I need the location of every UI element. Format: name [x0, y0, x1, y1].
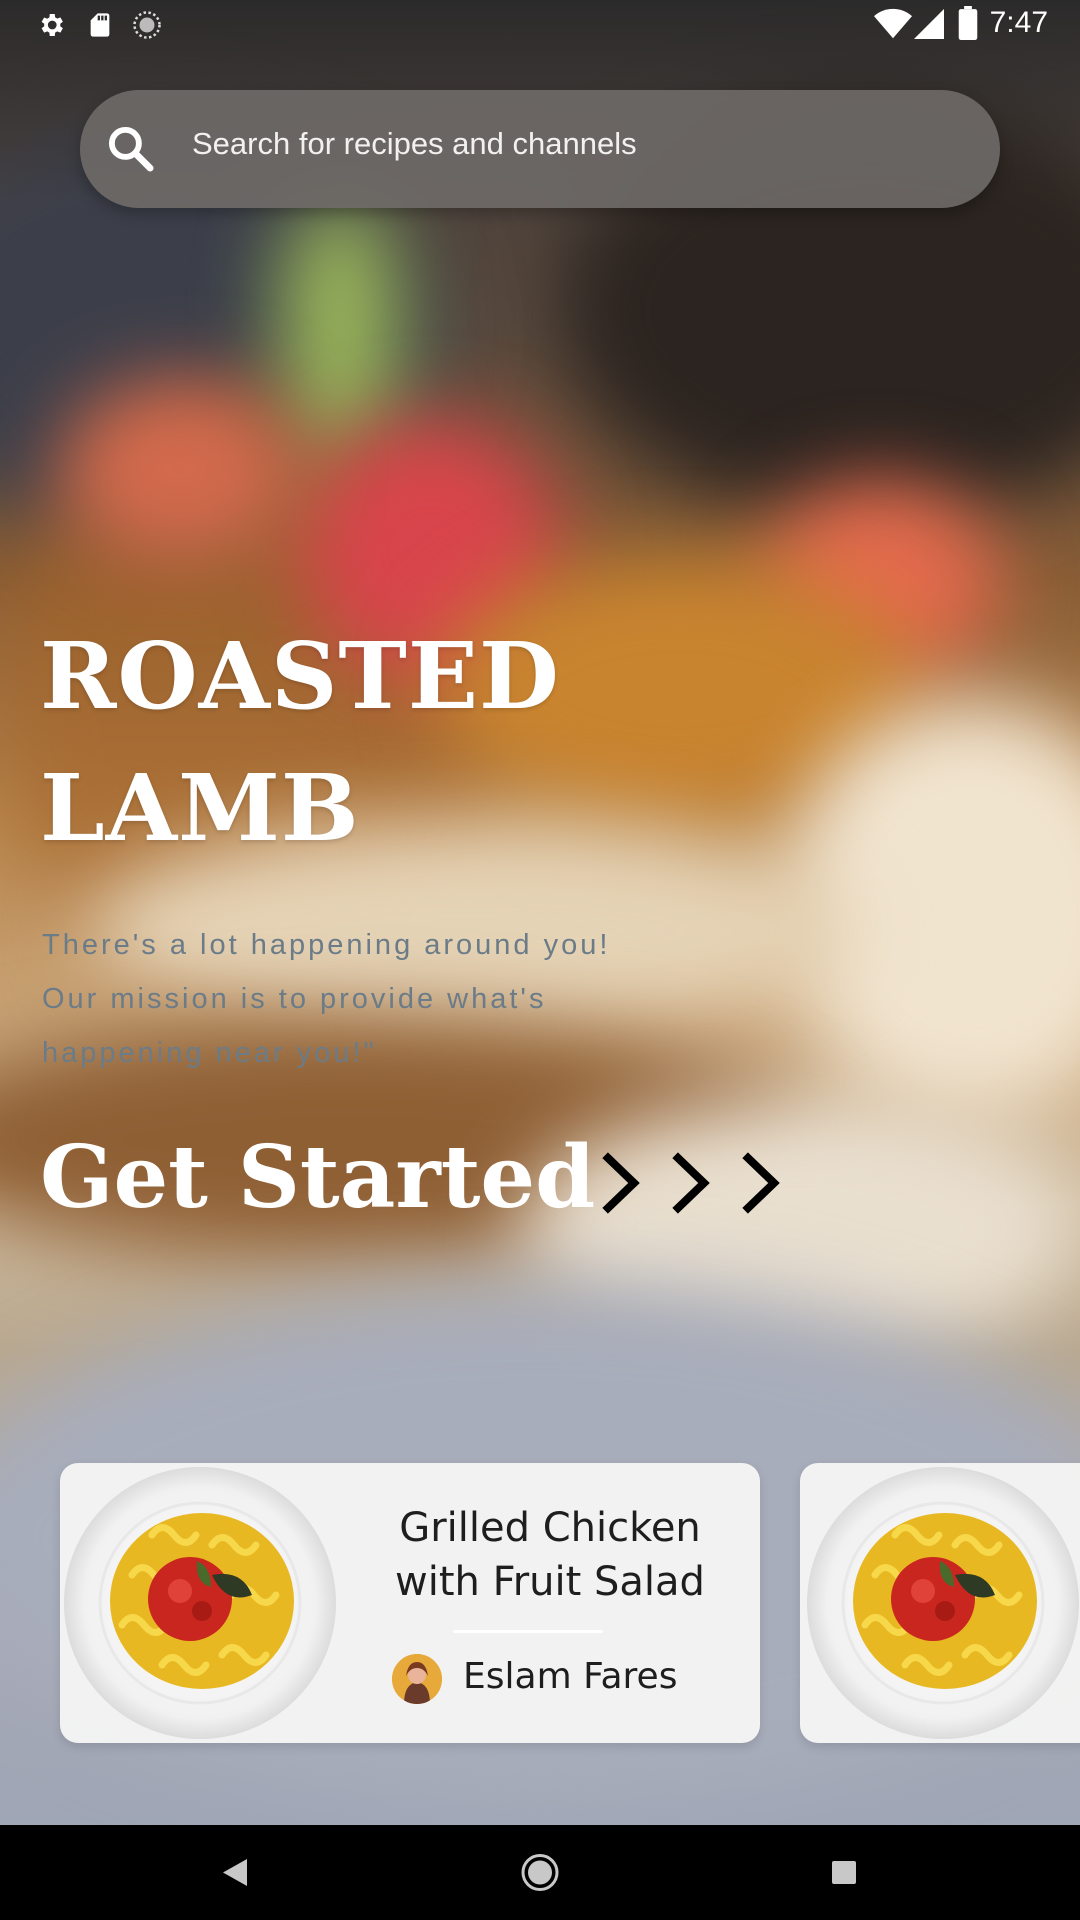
- home-icon[interactable]: [480, 1825, 600, 1920]
- get-started-button[interactable]: Get Started: [40, 1118, 595, 1238]
- tagline-line: Our mission is to provide what's: [42, 983, 547, 1015]
- search-input[interactable]: Search for recipes and channels: [192, 126, 637, 162]
- pasta-plate-image: [64, 1467, 336, 1739]
- page-title: ROASTED LAMB: [40, 610, 740, 874]
- navigation-bar: [0, 1825, 1080, 1920]
- recipe-card[interactable]: [800, 1463, 1080, 1743]
- sync-icon: [133, 11, 161, 39]
- sd-card-icon: [90, 13, 110, 37]
- settings-icon: [41, 14, 63, 36]
- author-name[interactable]: Eslam Fares: [463, 1656, 677, 1697]
- search-bar[interactable]: Search for recipes and channels: [80, 90, 1000, 208]
- recipe-title: Grilled Chicken with Fruit Salad: [360, 1501, 740, 1609]
- divider: [453, 1630, 603, 1633]
- tagline: There's a lot happening around you! Our …: [42, 918, 702, 1080]
- title-line: ROASTED: [40, 622, 560, 730]
- recipe-title-line: with Fruit Salad: [395, 1559, 705, 1605]
- recipe-card[interactable]: Grilled Chicken with Fruit Salad Eslam F…: [60, 1463, 760, 1743]
- tagline-line: happening near you!": [42, 1037, 377, 1069]
- tagline-line: There's a lot happening around you!: [42, 929, 611, 961]
- triple-chevron-right-icon[interactable]: [600, 1150, 800, 1216]
- wifi-icon: [874, 8, 912, 39]
- recents-icon[interactable]: [784, 1825, 904, 1920]
- pasta-plate-image: [807, 1467, 1079, 1739]
- signal-icon: [914, 9, 944, 39]
- avatar: [392, 1654, 442, 1704]
- back-icon[interactable]: [175, 1825, 295, 1920]
- title-line: LAMB: [40, 754, 360, 862]
- battery-icon: [958, 6, 978, 40]
- clock: 7:47: [989, 6, 1048, 39]
- search-icon[interactable]: [104, 122, 158, 176]
- recipe-title-line: Grilled Chicken: [399, 1505, 701, 1551]
- status-bar: 7:47: [0, 0, 1080, 48]
